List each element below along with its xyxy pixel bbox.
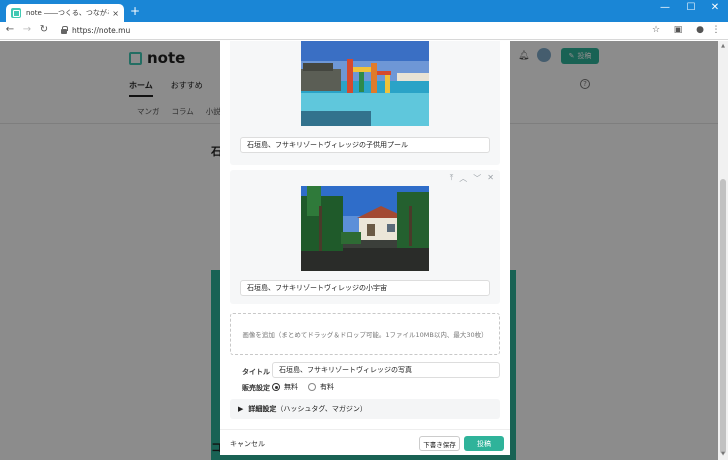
extension-icon[interactable]: ▣ xyxy=(672,25,684,35)
browser-toolbar: ← → ↻ https://note.mu ☆ ▣ ● ⋮ xyxy=(0,22,728,40)
reload-icon[interactable]: ↻ xyxy=(38,24,50,35)
forward-arrow-icon[interactable]: → xyxy=(21,24,33,35)
image-caption-input[interactable]: 石垣島、フサキリゾートヴィレッジの子供用プール xyxy=(240,137,490,153)
title-label: タイトル xyxy=(242,368,270,376)
block-controls: ⤒ ︿ ﹀ ✕ xyxy=(450,173,494,184)
save-draft-button[interactable]: 下書き保存 xyxy=(419,436,460,451)
bookmark-star-icon[interactable]: ☆ xyxy=(650,25,662,35)
radio-paid[interactable] xyxy=(308,383,316,391)
modal-footer: キャンセル 下書き保存 投稿 xyxy=(220,429,510,455)
scroll-thumb[interactable] xyxy=(720,179,726,454)
image-caption-input[interactable]: 石垣島、フサキリゾートヴィレッジの小宇宙 xyxy=(240,280,490,296)
details-toggle[interactable]: ▶ 詳細設定 （ハッシュタグ、マガジン） xyxy=(230,399,500,419)
new-tab-button[interactable]: + xyxy=(130,5,140,17)
note-favicon-icon xyxy=(11,8,21,18)
title-input[interactable]: 石垣島、フサキリゾートヴィレッジの写真 xyxy=(272,362,500,378)
move-top-icon[interactable]: ⤒ xyxy=(450,173,454,184)
image-dropzone[interactable]: 画像を追加（まとめてドラッグ＆ドロップ可能。1ファイル10MB以内、最大30枚） xyxy=(230,313,500,355)
minimize-button[interactable]: — xyxy=(655,2,675,13)
sales-setting: 無料 有料 xyxy=(272,382,334,392)
address-bar[interactable]: https://note.mu xyxy=(72,26,130,35)
maximize-button[interactable]: ☐ xyxy=(681,2,701,13)
scroll-up-icon[interactable]: ▲ xyxy=(720,43,726,49)
close-window-button[interactable]: ✕ xyxy=(705,2,725,13)
back-arrow-icon[interactable]: ← xyxy=(4,24,16,35)
cancel-button[interactable]: キャンセル xyxy=(230,439,265,449)
move-up-icon[interactable]: ︿ xyxy=(459,173,467,184)
remove-image-icon[interactable]: ✕ xyxy=(487,173,494,184)
radio-free[interactable] xyxy=(272,383,280,391)
image-post-modal: 石垣島、フサキリゾートヴィレッジの子供用プール ⤒ ︿ ﹀ ✕ 石垣島、フサキリ… xyxy=(220,41,510,455)
move-down-icon[interactable]: ﹀ xyxy=(473,173,481,184)
details-sub-label: （ハッシュタグ、マガジン） xyxy=(276,405,367,413)
radio-paid-label[interactable]: 有料 xyxy=(320,382,334,392)
sales-label: 販売設定 xyxy=(242,384,270,392)
lock-icon xyxy=(61,26,68,34)
page-scrollbar[interactable]: ▲ ▼ xyxy=(718,41,728,460)
radio-free-label[interactable]: 無料 xyxy=(284,382,298,392)
tab-title: note ――つくる、つながる、とどける。 xyxy=(26,9,109,17)
details-label: 詳細設定 xyxy=(248,405,277,413)
browser-tab[interactable]: note ――つくる、つながる、とどける。 × xyxy=(6,4,124,22)
tab-close-icon[interactable]: × xyxy=(112,9,119,18)
image-block: 石垣島、フサキリゾートヴィレッジの子供用プール xyxy=(230,41,500,165)
submit-post-button[interactable]: 投稿 xyxy=(464,436,504,451)
scroll-down-icon[interactable]: ▼ xyxy=(720,451,726,457)
image-block: ⤒ ︿ ﹀ ✕ 石垣島、フサキリゾートヴィレッジの小宇宙 xyxy=(230,170,500,304)
caret-right-icon: ▶ xyxy=(238,405,244,413)
browser-titlebar: note ――つくる、つながる、とどける。 × + — ☐ ✕ xyxy=(0,0,728,22)
menu-dots-icon[interactable]: ⋮ xyxy=(710,25,722,35)
villa-photo[interactable] xyxy=(301,186,429,271)
pool-photo[interactable] xyxy=(301,41,429,126)
profile-icon[interactable]: ● xyxy=(694,25,706,35)
